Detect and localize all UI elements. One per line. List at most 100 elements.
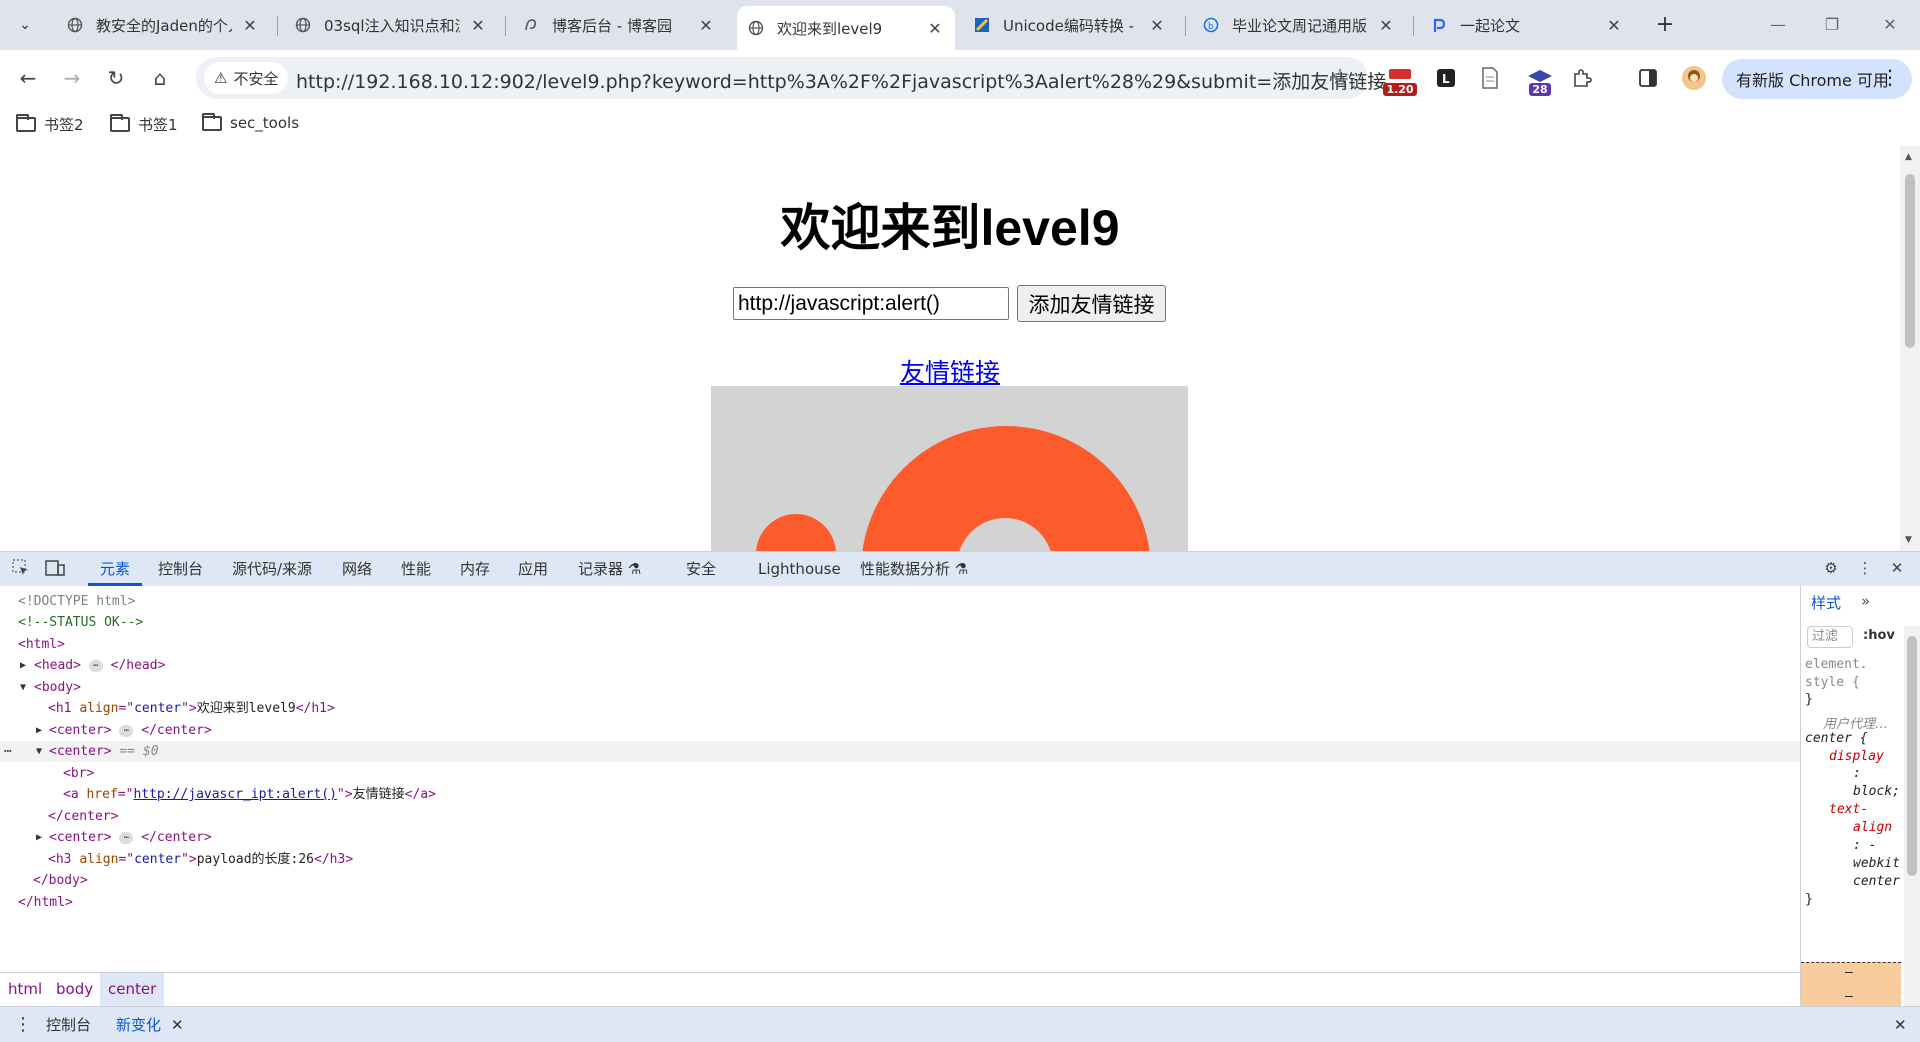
window-close-icon[interactable]: ✕ (1870, 10, 1910, 40)
devtools-tab-elements[interactable]: 元素 (88, 552, 143, 586)
devtools-tab-console[interactable]: 控制台 (158, 552, 203, 586)
scrollbar-thumb[interactable] (1905, 174, 1915, 348)
row-menu-icon[interactable]: ⋯ (4, 741, 12, 762)
address-bar[interactable]: ⚠ 不安全 http://192.168.10.12:902/level9.ph… (196, 57, 1386, 99)
tab-1[interactable]: 教安全的Jaden的个人 ✕ (56, 6, 270, 44)
drawer-menu-icon[interactable]: ⋮ (14, 1007, 32, 1042)
collapsed-ellipsis-icon[interactable]: ⋯ (119, 724, 134, 737)
chrome-update-button[interactable]: 有新版 Chrome 可用 ⋮ (1722, 59, 1912, 99)
tab-3[interactable]: 博客后台 - 博客园 ✕ (512, 6, 726, 44)
tab-6[interactable]: b 毕业论文周记通用版 ✕ (1192, 6, 1406, 44)
dom-center-close[interactable]: </center> (48, 806, 1848, 827)
document-icon[interactable] (1474, 62, 1506, 94)
collapsed-ellipsis-icon[interactable]: ⋯ (119, 831, 134, 844)
close-icon[interactable]: ✕ (925, 19, 945, 38)
dom-h1[interactable]: <h1 align="center">欢迎来到level9</h1> (48, 698, 1848, 719)
device-toolbar-icon[interactable] (44, 559, 66, 579)
collapse-triangle-icon[interactable]: ▼ (20, 677, 26, 698)
close-icon[interactable]: ✕ (1376, 16, 1396, 35)
restore-icon[interactable]: ❐ (1812, 10, 1852, 40)
tab-5[interactable]: Unicode编码转换 - ✕ (963, 6, 1177, 44)
reload-icon[interactable]: ↻ (100, 62, 132, 94)
avatar[interactable] (1678, 62, 1710, 94)
styles-tab[interactable]: 样式 (1811, 592, 1841, 613)
security-chip[interactable]: ⚠ 不安全 (204, 62, 289, 94)
page-scrollbar[interactable]: ▲ ▼ (1900, 146, 1920, 551)
bookmark-folder-1[interactable]: 书签2 (16, 114, 84, 135)
new-tab-button[interactable]: + (1652, 12, 1678, 38)
settings-gear-icon[interactable]: ⚙ (1820, 559, 1842, 579)
dom-body-open[interactable]: ▼ <body> (20, 677, 1820, 698)
expand-triangle-icon[interactable]: ▶ (36, 827, 42, 848)
dom-doctype[interactable]: <!DOCTYPE html> (18, 591, 1818, 612)
devtools-tab-security[interactable]: 安全 (686, 552, 716, 586)
devtools-tab-application[interactable]: 应用 (518, 552, 548, 586)
extension-1-icon[interactable]: 1.20 (1383, 62, 1417, 96)
devtools-tab-lighthouse[interactable]: Lighthouse (758, 552, 841, 586)
collapsed-ellipsis-icon[interactable]: ⋯ (88, 659, 103, 672)
devtools-tab-perf-insights[interactable]: 性能数据分析 ⚗ (860, 552, 968, 586)
scroll-down-icon[interactable]: ▼ (1905, 535, 1912, 545)
close-icon[interactable]: ✕ (240, 16, 260, 35)
add-link-button[interactable]: 添加友情链接 (1017, 285, 1166, 322)
dom-comment[interactable]: <!--STATUS OK--> (18, 612, 1818, 633)
extension-3-icon[interactable]: 28 (1524, 62, 1556, 96)
devtools-tab-performance[interactable]: 性能 (401, 552, 431, 586)
close-icon[interactable]: ✕ (171, 1007, 184, 1042)
href-value[interactable]: http://javascr_ipt:alert() (133, 787, 337, 802)
close-drawer-icon[interactable]: ✕ (1894, 1007, 1907, 1042)
back-icon[interactable]: ← (12, 62, 44, 94)
close-icon[interactable]: ✕ (1147, 16, 1167, 35)
bookmark-folder-2[interactable]: 书签1 (110, 114, 178, 135)
extensions-puzzle-icon[interactable] (1566, 62, 1598, 94)
scroll-up-icon[interactable]: ▲ (1905, 152, 1912, 162)
close-icon[interactable]: ✕ (696, 16, 716, 35)
tab-7[interactable]: 一起论文 ✕ (1420, 6, 1634, 44)
bookmark-folder-3[interactable]: sec_tools (202, 112, 299, 132)
drawer-tab-console[interactable]: 控制台 (46, 1007, 91, 1042)
devtools-tab-sources[interactable]: 源代码/来源 (232, 552, 312, 586)
breadcrumb-center[interactable]: center (100, 973, 165, 1006)
home-icon[interactable]: ⌂ (144, 62, 176, 94)
close-devtools-icon[interactable]: ✕ (1886, 559, 1908, 579)
devtools-tab-memory[interactable]: 内存 (460, 552, 490, 586)
expand-triangle-icon[interactable]: ▶ (36, 720, 42, 741)
expand-triangle-icon[interactable]: ▶ (20, 655, 26, 676)
drawer-tab-changes[interactable]: 新变化 (116, 1007, 161, 1042)
dom-html-close[interactable]: </html> (18, 892, 1818, 913)
dom-center-1[interactable]: ▶ <center> ⋯ </center> (36, 720, 1836, 741)
extension-2-icon[interactable]: L (1430, 62, 1462, 94)
more-menu-icon[interactable]: ⋮ (1880, 65, 1900, 89)
collapse-triangle-icon[interactable]: ▼ (36, 741, 42, 762)
forward-icon[interactable]: → (56, 62, 88, 94)
tab-4-active[interactable]: 欢迎来到level9 ✕ (737, 6, 955, 50)
dom-html-open[interactable]: <html> (18, 634, 1818, 655)
bookmark-star-icon[interactable]: ☆ (1330, 65, 1350, 90)
close-icon[interactable]: ✕ (468, 16, 488, 35)
devtools-tab-network[interactable]: 网络 (342, 552, 372, 586)
more-tabs-icon[interactable]: » (1861, 592, 1870, 610)
dom-h3[interactable]: <h3 align="center">payload的长度:26</h3> (48, 849, 1848, 870)
breadcrumb-body[interactable]: body (48, 973, 101, 1006)
friend-link[interactable]: 友情链接 (900, 359, 1000, 387)
dom-anchor[interactable]: <a href="http://javascr_ipt:alert()">友情链… (63, 784, 1863, 805)
url-text[interactable]: http://192.168.10.12:902/level9.php?keyw… (296, 67, 1386, 94)
close-icon[interactable]: ✕ (1604, 16, 1624, 35)
dom-body-close[interactable]: </body> (33, 870, 1833, 891)
devtools-tab-recorder[interactable]: 记录器 ⚗ (578, 552, 641, 586)
minimize-icon[interactable]: — (1758, 10, 1798, 40)
breadcrumb-html[interactable]: html (0, 973, 50, 1006)
tab-2[interactable]: 03sql注入知识点和流 ✕ (284, 6, 498, 44)
keyword-input[interactable] (733, 287, 1009, 320)
dom-br[interactable]: <br> (63, 763, 1863, 784)
more-options-icon[interactable]: ⋮ (1854, 559, 1876, 579)
scrollbar-thumb[interactable] (1907, 636, 1917, 876)
dom-center-selected[interactable]: ⋯ ▼ <center> == $0 (0, 741, 1800, 762)
side-panel-icon[interactable] (1632, 62, 1664, 94)
inspect-element-icon[interactable] (10, 559, 32, 579)
dom-center-3[interactable]: ▶ <center> ⋯ </center> (36, 827, 1836, 848)
tab-search-button[interactable]: ⌄ (10, 10, 40, 40)
dom-head[interactable]: ▶ <head> ⋯ </head> (20, 655, 1820, 676)
styles-filter-input[interactable]: 过滤 (1807, 626, 1853, 648)
styles-scrollbar[interactable] (1904, 626, 1920, 1006)
